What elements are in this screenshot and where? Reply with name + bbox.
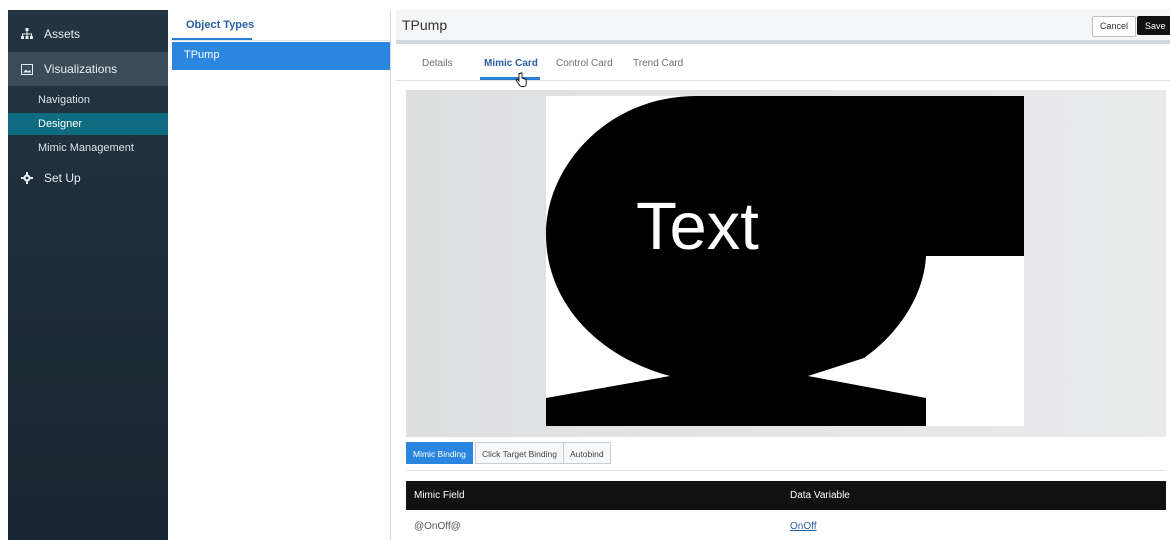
sidebar-item-label: Assets — [44, 27, 81, 41]
tab-trend-card[interactable]: Trend Card — [633, 58, 683, 69]
pump-mimic-shape[interactable] — [546, 96, 1024, 426]
sidebar-item-setup[interactable]: Set Up — [8, 166, 168, 190]
tab-autobind[interactable]: Autobind — [563, 442, 611, 464]
mimic-field-cell: @OnOff@ — [414, 521, 461, 532]
save-button[interactable]: Save — [1137, 16, 1170, 35]
image-icon — [20, 62, 34, 76]
sidebar-item-label: Visualizations — [44, 62, 118, 76]
designer-main-panel: TPump Cancel Save Details Mimic Card Con… — [396, 10, 1170, 540]
sidebar-item-label: Designer — [38, 118, 83, 130]
object-types-panel: Object Types TPump — [172, 10, 391, 540]
binding-table-header: Mimic Field Data Variable — [406, 481, 1166, 510]
page-title: TPump — [402, 17, 448, 33]
tab-details[interactable]: Details — [422, 58, 453, 69]
card-tabs: Details Mimic Card Control Card Trend Ca… — [396, 46, 1170, 81]
sidebar-item-assets[interactable]: Assets — [8, 22, 168, 46]
sitemap-icon — [20, 27, 34, 41]
column-header-mimic-field: Mimic Field — [414, 490, 465, 501]
tab-object-types[interactable]: Object Types — [186, 19, 254, 31]
binding-tabs: Mimic Binding Click Target Binding Autob… — [406, 442, 1166, 471]
mimic-canvas[interactable]: Text — [406, 90, 1166, 437]
sidebar-item-visualizations[interactable]: Visualizations — [8, 52, 168, 86]
tab-click-target-binding[interactable]: Click Target Binding — [475, 442, 564, 464]
data-variable-link[interactable]: OnOff — [790, 521, 817, 532]
column-header-data-variable: Data Variable — [790, 490, 850, 501]
tab-mimic-binding[interactable]: Mimic Binding — [406, 442, 473, 464]
tab-control-card[interactable]: Control Card — [556, 58, 613, 69]
tab-mimic-card[interactable]: Mimic Card — [484, 58, 538, 69]
gear-icon — [20, 171, 34, 185]
mimic-text-label[interactable]: Text — [636, 188, 759, 265]
sidebar-item-label: Mimic Management — [38, 142, 134, 154]
sidebar-nav: Assets Visualizations Navigation Designe… — [8, 10, 168, 540]
cancel-button[interactable]: Cancel — [1092, 16, 1137, 37]
header-bar: TPump Cancel Save — [396, 10, 1170, 44]
table-row: @OnOff@ OnOff — [406, 512, 1166, 540]
sidebar-subitem-designer[interactable]: Designer — [8, 113, 168, 135]
sidebar-subitem-navigation[interactable]: Navigation — [8, 89, 168, 111]
sidebar-subitem-mimic-management[interactable]: Mimic Management — [8, 137, 168, 159]
divider — [172, 40, 390, 41]
mimic-drawing-area[interactable]: Text — [546, 96, 1024, 426]
sidebar-item-label: Set Up — [44, 171, 81, 185]
object-type-item-tpump[interactable]: TPump — [172, 42, 390, 70]
sidebar-item-label: Navigation — [38, 94, 90, 106]
active-tab-underline — [480, 77, 540, 80]
